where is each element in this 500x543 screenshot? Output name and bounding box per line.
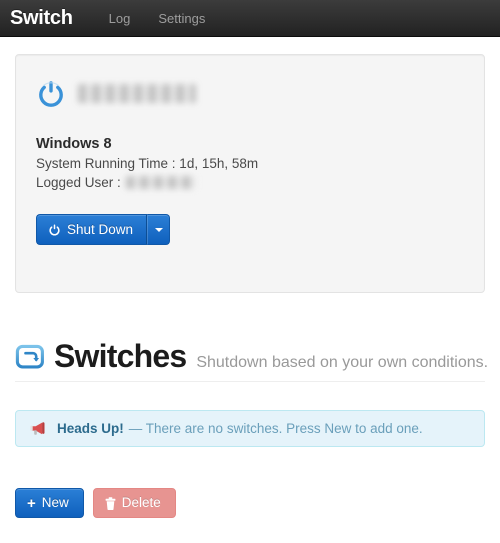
nav-links: Log Settings (95, 0, 220, 37)
switches-page-header: Switches Shutdown based on your own cond… (15, 337, 489, 382)
trash-icon (105, 496, 116, 510)
machine-header-row (36, 73, 464, 113)
alert-heading: Heads Up! (57, 421, 124, 436)
shut-down-button[interactable]: Shut Down (36, 214, 148, 245)
no-switches-alert: Heads Up! — There are no switches. Press… (15, 410, 485, 447)
machine-status-panel: Windows 8 System Running Time : 1d, 15h,… (15, 54, 485, 293)
page-subtitle: Shutdown based on your own conditions. (196, 354, 489, 371)
logged-user-label: Logged User : (36, 175, 121, 190)
app-brand[interactable]: Switch (8, 7, 83, 30)
new-switch-label: New (41, 495, 69, 511)
nav-link-log[interactable]: Log (95, 0, 145, 37)
plus-icon: + (27, 494, 36, 512)
page-title: Switches (54, 338, 187, 374)
chevron-down-icon (154, 227, 163, 232)
nav-link-settings[interactable]: Settings (144, 0, 219, 37)
power-icon (48, 223, 61, 236)
shutdown-dropdown-toggle[interactable] (147, 214, 171, 245)
page-container: Windows 8 System Running Time : 1d, 15h,… (0, 54, 500, 518)
system-running-time: System Running Time : 1d, 15h, 58m (36, 156, 259, 171)
power-icon (36, 77, 66, 109)
top-navbar: Switch Log Settings (0, 0, 500, 37)
shutdown-button-group: Shut Down (36, 214, 171, 245)
os-name: Windows 8 (36, 136, 112, 152)
hostname-redacted (78, 83, 196, 103)
alert-message: — There are no switches. Press New to ad… (128, 421, 423, 436)
os-info-block: Windows 8 System Running Time : 1d, 15h,… (36, 135, 464, 192)
logged-user-redacted (125, 176, 196, 189)
delete-switch-label: Delete (121, 495, 161, 511)
new-switch-button[interactable]: + New (15, 488, 84, 518)
delete-switch-button[interactable]: Delete (92, 488, 176, 518)
megaphone-icon (30, 421, 47, 436)
switch-actions-toolbar: + New Delete (15, 488, 485, 518)
repeat-loop-icon (15, 342, 45, 372)
logged-user-row: Logged User : (36, 173, 464, 192)
shut-down-label: Shut Down (67, 221, 134, 237)
